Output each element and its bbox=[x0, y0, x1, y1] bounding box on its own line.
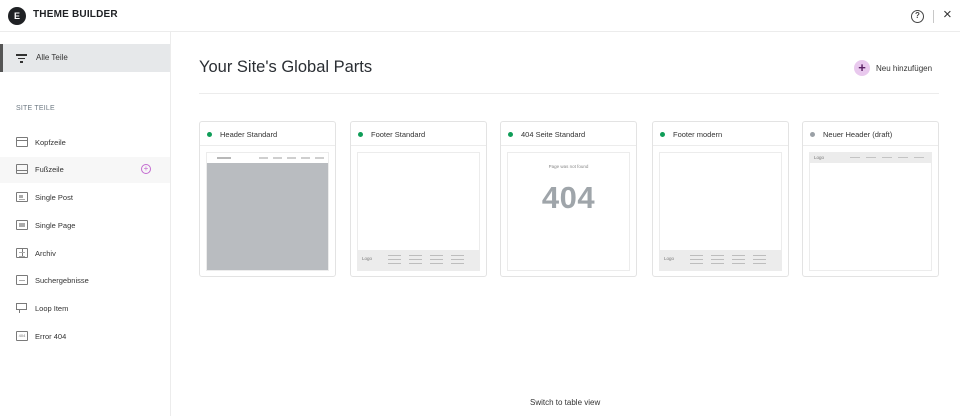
add-new-label: Neu hinzufügen bbox=[876, 64, 933, 73]
close-icon[interactable]: × bbox=[943, 6, 952, 24]
preview-logo bbox=[217, 157, 231, 159]
card-header: Neuer Header (draft) bbox=[803, 122, 938, 146]
card-header: Footer modern bbox=[653, 122, 788, 146]
loop-item-icon bbox=[16, 303, 28, 313]
help-icon[interactable]: ? bbox=[911, 10, 924, 23]
card-title: Footer modern bbox=[673, 130, 723, 139]
card-title: Neuer Header (draft) bbox=[823, 130, 893, 139]
template-card[interactable]: Footer Standard Logo bbox=[350, 121, 487, 277]
preview-header-bar: Logo bbox=[810, 153, 931, 163]
sidebar-item-label: Suchergebnisse bbox=[35, 276, 89, 285]
preview-footer-column bbox=[430, 255, 443, 267]
top-bar: E THEME BUILDER ? × bbox=[0, 0, 960, 32]
card-title: Header Standard bbox=[220, 130, 278, 139]
card-title: 404 Seite Standard bbox=[521, 130, 586, 139]
preview-nav-item bbox=[315, 157, 324, 159]
preview-nav-item bbox=[882, 157, 892, 158]
sidebar-item-footer[interactable]: Fußzeile + bbox=[0, 157, 170, 183]
sidebar-item-all-parts[interactable]: Alle Teile bbox=[0, 44, 170, 72]
sidebar-item-label: Archiv bbox=[35, 249, 56, 258]
preview-footer-column bbox=[711, 255, 724, 267]
preview-nav-item bbox=[914, 157, 924, 158]
sidebar-section-title: SITE TEILE bbox=[16, 105, 55, 112]
status-indicator bbox=[810, 132, 815, 137]
status-indicator bbox=[358, 132, 363, 137]
preview-nav-item bbox=[287, 157, 296, 159]
status-indicator bbox=[660, 132, 665, 137]
sidebar-item-label: Fußzeile bbox=[35, 165, 64, 174]
error-404-icon: 404 bbox=[16, 331, 28, 341]
card-title: Footer Standard bbox=[371, 130, 426, 139]
preview-footer-column bbox=[409, 255, 422, 267]
sidebar-item-label: Single Page bbox=[35, 221, 76, 230]
preview-footer-column bbox=[451, 255, 464, 267]
preview-logo: Logo bbox=[362, 256, 373, 261]
sidebar-item-search-results[interactable]: Suchergebnisse bbox=[0, 268, 170, 294]
sidebar-item-label: Kopfzeile bbox=[35, 138, 66, 147]
header-icon bbox=[16, 137, 28, 147]
archive-icon bbox=[16, 248, 28, 258]
template-preview[interactable] bbox=[206, 152, 329, 271]
sidebar-item-label: Single Post bbox=[35, 193, 73, 202]
page-title: Your Site's Global Parts bbox=[199, 58, 373, 76]
sidebar-item-header[interactable]: Kopfzeile bbox=[0, 130, 170, 156]
sidebar-item-label: Error 404 bbox=[35, 332, 67, 341]
sidebar-item-label: Alle Teile bbox=[36, 53, 68, 62]
switch-to-table-view-link[interactable]: Switch to table view bbox=[530, 398, 600, 407]
template-card[interactable]: Header Standard bbox=[199, 121, 336, 277]
sidebar: Alle Teile SITE TEILE Kopfzeile Fußzeile… bbox=[0, 32, 171, 416]
template-preview[interactable]: Logo bbox=[659, 152, 782, 271]
preview-footer: Logo bbox=[358, 250, 479, 270]
preview-nav-item bbox=[259, 157, 268, 159]
sidebar-item-archive[interactable]: Archiv bbox=[0, 241, 170, 267]
title-divider bbox=[199, 93, 939, 94]
single-page-icon bbox=[16, 220, 28, 230]
sidebar-item-loop-item[interactable]: Loop Item bbox=[0, 296, 170, 322]
preview-logo: Logo bbox=[664, 256, 675, 261]
single-post-icon bbox=[16, 192, 28, 202]
status-indicator bbox=[207, 132, 212, 137]
preview-404-number: 404 bbox=[541, 180, 596, 215]
card-header: Header Standard bbox=[200, 122, 335, 146]
template-preview[interactable]: Page was not found 404 bbox=[507, 152, 630, 271]
preview-header-bar bbox=[207, 153, 328, 163]
preview-footer-column bbox=[690, 255, 703, 267]
template-card[interactable]: Footer modern Logo bbox=[652, 121, 789, 277]
footer-icon bbox=[16, 164, 28, 174]
preview-logo: Logo bbox=[814, 155, 825, 160]
card-header: Footer Standard bbox=[351, 122, 486, 146]
preview-not-found-text: Page was not found bbox=[548, 164, 589, 169]
preview-footer: Logo bbox=[660, 250, 781, 270]
template-preview[interactable]: Logo bbox=[809, 152, 932, 271]
filter-icon bbox=[16, 54, 27, 63]
sidebar-item-error-404[interactable]: 404 Error 404 bbox=[0, 324, 170, 350]
elementor-logo-icon: E bbox=[8, 7, 26, 25]
preview-footer-column bbox=[732, 255, 745, 267]
app-title: THEME BUILDER bbox=[33, 9, 118, 20]
status-indicator bbox=[508, 132, 513, 137]
card-header: 404 Seite Standard bbox=[501, 122, 636, 146]
sidebar-item-single-post[interactable]: Single Post bbox=[0, 185, 170, 211]
preview-nav-item bbox=[301, 157, 310, 159]
template-card[interactable]: 404 Seite Standard Page was not found 40… bbox=[500, 121, 637, 277]
preview-hero-image bbox=[207, 163, 328, 270]
template-preview[interactable]: Logo bbox=[357, 152, 480, 271]
topbar-divider bbox=[933, 10, 934, 23]
preview-footer-column bbox=[388, 255, 401, 267]
preview-nav-item bbox=[866, 157, 876, 158]
preview-nav-item bbox=[850, 157, 860, 158]
sidebar-item-single-page[interactable]: Single Page bbox=[0, 213, 170, 239]
add-footer-icon[interactable]: + bbox=[141, 164, 151, 174]
preview-nav-item bbox=[273, 157, 282, 159]
sidebar-item-label: Loop Item bbox=[35, 304, 69, 313]
template-card[interactable]: Neuer Header (draft) Logo bbox=[802, 121, 939, 277]
preview-footer-column bbox=[753, 255, 766, 267]
plus-icon: + bbox=[854, 60, 870, 76]
search-results-icon bbox=[16, 275, 28, 285]
preview-nav-item bbox=[898, 157, 908, 158]
